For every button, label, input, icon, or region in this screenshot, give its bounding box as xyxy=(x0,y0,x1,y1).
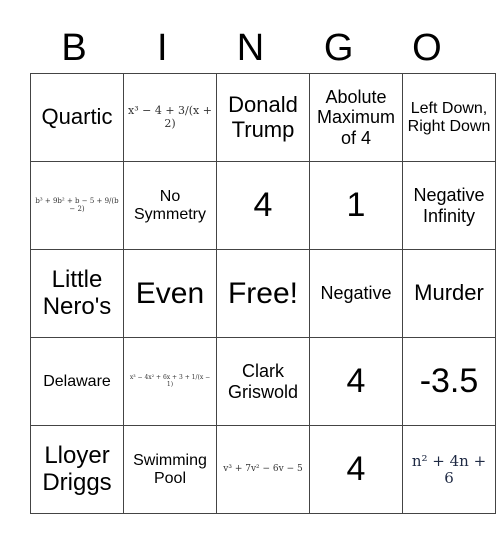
bingo-cell[interactable]: 1 xyxy=(309,161,403,250)
bingo-cell[interactable]: Murder xyxy=(402,249,496,338)
bingo-cell[interactable]: Negative xyxy=(309,249,403,338)
bingo-cell-math[interactable]: n² + 4n + 6 xyxy=(402,425,496,514)
bingo-cell-math[interactable]: v³ + 7v² − 6v − 5 xyxy=(216,425,310,514)
bingo-card: Quartic x³ − 4 + 3/(x + 2) Donald Trump … xyxy=(30,73,496,514)
header-letter-i: I xyxy=(157,27,168,69)
bingo-cell[interactable]: Donald Trump xyxy=(216,73,310,162)
bingo-cell[interactable]: Lloyer Driggs xyxy=(30,425,124,514)
header-letter-o: O xyxy=(412,27,442,69)
bingo-cell[interactable]: No Symmetry xyxy=(123,161,217,250)
bingo-row: b³ + 9b² + b − 5 + 9/(b − 2) No Symmetry… xyxy=(30,161,496,250)
free-space-cell[interactable]: Free! xyxy=(216,249,310,338)
bingo-cell[interactable]: Quartic xyxy=(30,73,124,162)
bingo-cell[interactable]: -3.5 xyxy=(402,337,496,426)
bingo-cell[interactable]: Even xyxy=(123,249,217,338)
bingo-cell[interactable]: Delaware xyxy=(30,337,124,426)
bingo-cell-math[interactable]: x³ − 4x² + 6x + 3 + 1/(x − 1) xyxy=(123,337,217,426)
bingo-header: B I N G O xyxy=(30,26,471,70)
bingo-row: Delaware x³ − 4x² + 6x + 3 + 1/(x − 1) C… xyxy=(30,337,496,426)
bingo-cell[interactable]: Little Nero's xyxy=(30,249,124,338)
bingo-row: Lloyer Driggs Swimming Pool v³ + 7v² − 6… xyxy=(30,425,496,514)
bingo-cell[interactable]: Clark Griswold xyxy=(216,337,310,426)
bingo-row: Quartic x³ − 4 + 3/(x + 2) Donald Trump … xyxy=(30,73,496,162)
bingo-cell-math[interactable]: x³ − 4 + 3/(x + 2) xyxy=(123,73,217,162)
bingo-cell[interactable]: Negative Infinity xyxy=(402,161,496,250)
bingo-cell[interactable]: 4 xyxy=(309,337,403,426)
bingo-cell[interactable]: Abolute Maximum of 4 xyxy=(309,73,403,162)
bingo-cell-math[interactable]: b³ + 9b² + b − 5 + 9/(b − 2) xyxy=(30,161,124,250)
bingo-cell[interactable]: Swimming Pool xyxy=(123,425,217,514)
header-letter-g: G xyxy=(323,27,354,69)
header-letter-b: B xyxy=(61,27,87,69)
bingo-cell[interactable]: Left Down, Right Down xyxy=(402,73,496,162)
header-letter-n: N xyxy=(236,27,265,69)
bingo-row: Little Nero's Even Free! Negative Murder xyxy=(30,249,496,338)
bingo-cell[interactable]: 4 xyxy=(309,425,403,514)
bingo-cell[interactable]: 4 xyxy=(216,161,310,250)
